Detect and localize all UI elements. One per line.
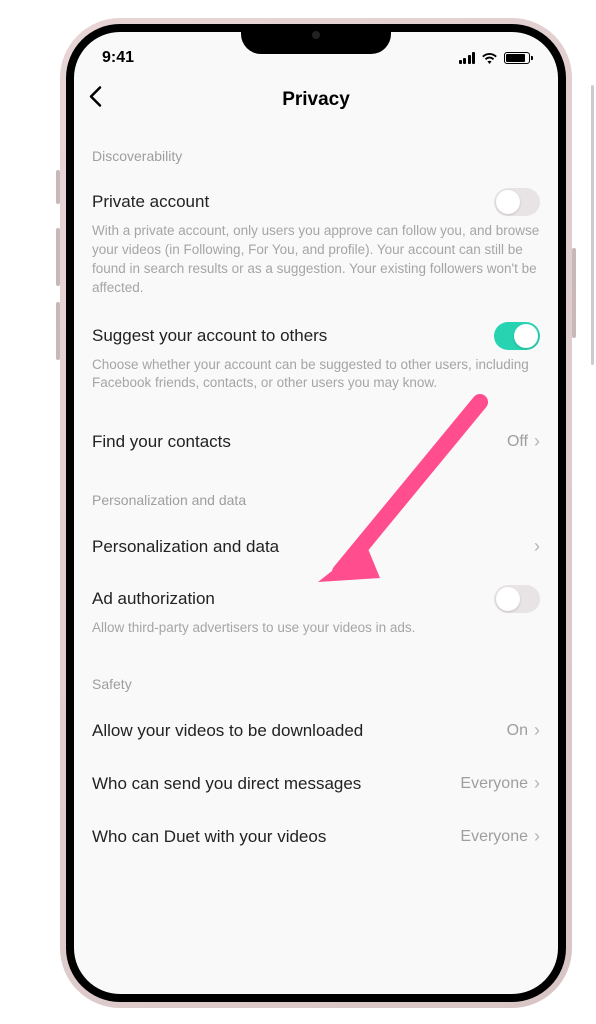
row-suggest-account[interactable]: Suggest your account to others xyxy=(92,310,540,356)
row-personalization-data[interactable]: Personalization and data › xyxy=(92,520,540,573)
screen: 9:41 Privacy Discoverability Private acc… xyxy=(74,32,558,994)
row-value: Everyone xyxy=(460,775,528,793)
wifi-icon xyxy=(481,52,498,64)
status-time: 9:41 xyxy=(102,49,134,67)
settings-content[interactable]: Discoverability Private account With a p… xyxy=(74,124,558,847)
chevron-right-icon: › xyxy=(534,826,540,847)
row-direct-messages[interactable]: Who can send you direct messages Everyon… xyxy=(92,757,540,810)
row-title: Find your contacts xyxy=(92,432,231,452)
chevron-right-icon: › xyxy=(534,431,540,452)
row-private-account[interactable]: Private account xyxy=(92,176,540,222)
toggle-private-account[interactable] xyxy=(494,188,540,216)
row-title: Suggest your account to others xyxy=(92,326,327,346)
external-scrollbar xyxy=(591,85,594,365)
chevron-right-icon: › xyxy=(534,773,540,794)
section-personalization: Personalization and data xyxy=(92,458,540,520)
row-desc-private-account: With a private account, only users you a… xyxy=(92,222,540,310)
row-title: Personalization and data xyxy=(92,537,279,557)
page-title: Privacy xyxy=(282,89,350,111)
section-safety: Safety xyxy=(92,650,540,704)
nav-header: Privacy xyxy=(74,76,558,124)
phone-power-button xyxy=(572,248,576,338)
chevron-right-icon: › xyxy=(534,720,540,741)
back-button[interactable] xyxy=(88,86,102,115)
chevron-left-icon xyxy=(88,86,102,108)
row-value: Off xyxy=(507,433,528,451)
row-value: On xyxy=(507,722,528,740)
toggle-suggest-account[interactable] xyxy=(494,322,540,350)
row-title: Ad authorization xyxy=(92,589,215,609)
row-desc-suggest: Choose whether your account can be sugge… xyxy=(92,356,540,406)
row-title: Allow your videos to be downloaded xyxy=(92,721,363,741)
row-title: Who can send you direct messages xyxy=(92,774,361,794)
battery-icon xyxy=(504,52,530,64)
cellular-signal-icon xyxy=(459,52,476,64)
row-ad-authorization[interactable]: Ad authorization xyxy=(92,573,540,619)
row-title: Private account xyxy=(92,192,209,212)
row-title: Who can Duet with your videos xyxy=(92,827,326,847)
phone-notch xyxy=(241,24,391,54)
row-duet[interactable]: Who can Duet with your videos Everyone › xyxy=(92,810,540,847)
row-value: Everyone xyxy=(460,828,528,846)
chevron-right-icon: › xyxy=(534,536,540,557)
phone-bezel: 9:41 Privacy Discoverability Private acc… xyxy=(66,24,566,1002)
row-desc-ad-auth: Allow third-party advertisers to use you… xyxy=(92,619,540,650)
row-find-contacts[interactable]: Find your contacts Off › xyxy=(92,419,540,458)
row-allow-download[interactable]: Allow your videos to be downloaded On › xyxy=(92,704,540,757)
toggle-ad-authorization[interactable] xyxy=(494,585,540,613)
section-discoverability: Discoverability xyxy=(92,124,540,176)
phone-frame: 9:41 Privacy Discoverability Private acc… xyxy=(60,18,572,1008)
